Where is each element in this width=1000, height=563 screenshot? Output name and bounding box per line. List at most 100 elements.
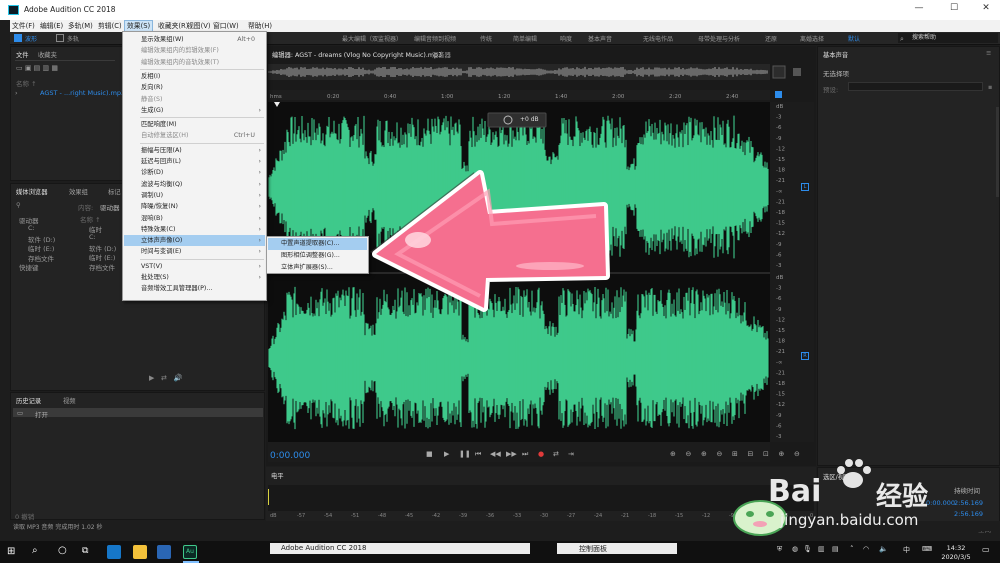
history-item-row[interactable]: ▭ 打开: [13, 408, 263, 419]
effects-menu-item[interactable]: 混响(B) ›: [124, 213, 265, 224]
waveform-view-icon[interactable]: [14, 34, 22, 42]
zoom-button-icon[interactable]: ⊡: [763, 450, 769, 458]
effects-menu-item[interactable]: 反相(I): [124, 71, 265, 82]
workspace-max-edit[interactable]: 最大编辑（双监视器）: [342, 34, 402, 43]
workspace-loudness[interactable]: 响度: [560, 34, 572, 43]
menu-item-2[interactable]: 多轨(M): [66, 20, 95, 32]
effects-menu-item[interactable]: 静音(S): [124, 94, 265, 105]
stereo-submenu-item[interactable]: 图形相位调整器(G)...: [268, 250, 367, 262]
zoom-button-icon[interactable]: ⊞: [732, 450, 738, 458]
microphone-icon[interactable]: 🎙: [803, 545, 812, 553]
tab-video[interactable]: 视频: [63, 396, 76, 405]
file-item[interactable]: AGST - ...right Music).mp3: [40, 89, 125, 97]
zoom-overview-icon[interactable]: [772, 65, 786, 79]
channel-l-toggle[interactable]: L: [801, 183, 809, 191]
stereo-submenu-item[interactable]: 中置声道提取器(C)...: [268, 238, 367, 250]
keyboard-icon[interactable]: ⌨: [922, 545, 932, 553]
workspace-default[interactable]: 默认: [848, 34, 860, 43]
save-preset-icon[interactable]: ▪: [988, 83, 992, 91]
workspace-classic[interactable]: 传统: [480, 34, 492, 43]
ime-indicator[interactable]: 中: [903, 545, 910, 555]
tab-effects-rack[interactable]: 效果组: [69, 187, 88, 196]
clock-date[interactable]: 2020/3/5: [939, 553, 973, 561]
tab-levels[interactable]: 电平: [271, 471, 284, 480]
workspace-essential-sound[interactable]: 基本声音: [588, 34, 612, 43]
effects-menu-item[interactable]: 编辑效果组内的音轨效果(T): [124, 57, 265, 68]
folder-tray-icon[interactable]: ▤: [832, 545, 839, 553]
wechat-icon[interactable]: ◍: [792, 545, 798, 553]
taskbar-preview[interactable]: Adobe Audition CC 2018: [270, 543, 530, 554]
effects-menu-item[interactable]: VST(V) ›: [124, 261, 265, 272]
waveform-view-tab[interactable]: 波形: [25, 34, 37, 43]
preset-dropdown[interactable]: [848, 82, 983, 91]
wifi-icon[interactable]: ◠: [863, 545, 869, 553]
drive-tree-item[interactable]: C:: [28, 224, 35, 232]
drive-list-item[interactable]: C:: [89, 233, 96, 241]
task-view-icon[interactable]: ○: [58, 545, 67, 556]
effects-menu-item[interactable]: 匹配响度(M): [124, 119, 265, 130]
word-icon[interactable]: [157, 545, 171, 559]
transport-button-icon[interactable]: ⇥: [568, 450, 574, 458]
transport-button-icon[interactable]: ▶▶: [506, 450, 517, 458]
stereo-submenu-item[interactable]: 立体声扩展器(S)...: [268, 262, 367, 274]
chevron-up-icon[interactable]: ˄: [850, 545, 854, 553]
notification-icon[interactable]: ▭: [982, 545, 990, 554]
effects-menu-item[interactable]: 诊断(D) ›: [124, 167, 265, 178]
media-browser-icon[interactable]: ⚲: [16, 201, 21, 209]
shield-icon[interactable]: ⛨: [777, 545, 782, 554]
workspace-radio[interactable]: 无线电作品: [643, 34, 673, 43]
workspace-mastering[interactable]: 母带处理与分析: [698, 34, 740, 43]
maximize-button[interactable]: ☐: [942, 3, 966, 17]
effects-menu-item[interactable]: 显示效果组(W) Alt+0: [124, 34, 265, 45]
file-explorer-icon[interactable]: [133, 545, 147, 559]
effects-menu-item[interactable]: 批处理(S) ›: [124, 272, 265, 283]
panel-menu-icon[interactable]: ≡: [986, 49, 991, 57]
effects-menu-item[interactable]: 降噪/恢复(N) ›: [124, 201, 265, 212]
edge-icon[interactable]: [107, 545, 121, 559]
effects-menu-item[interactable]: 调制(U) ›: [124, 190, 265, 201]
transport-button-icon[interactable]: ■: [426, 450, 433, 458]
multitrack-icon[interactable]: [56, 34, 64, 42]
effects-menu-item[interactable]: 时间与变调(E) ›: [124, 246, 265, 257]
search-taskbar-icon[interactable]: ⌕: [32, 545, 38, 556]
drive-list-item[interactable]: 存档文件: [89, 262, 115, 272]
transport-button-icon[interactable]: ⇄: [553, 450, 559, 458]
time-display[interactable]: 0:00.000: [270, 451, 310, 461]
effects-menu-item[interactable]: 生成(G) ›: [124, 105, 265, 116]
tab-history[interactable]: 历史记录: [16, 396, 41, 405]
effects-menu-item[interactable]: 振幅与压限(A) ›: [124, 145, 265, 156]
tab-media-browser[interactable]: 媒体浏览器: [16, 187, 47, 196]
files-column-name[interactable]: 名称 ↑: [16, 78, 37, 88]
menu-item-0[interactable]: 文件(F): [10, 20, 37, 32]
close-button[interactable]: ✕: [974, 3, 998, 17]
audition-taskbar-icon[interactable]: Au: [183, 545, 197, 559]
drive-tree-item[interactable]: 快捷键: [19, 262, 39, 272]
workspace-divorce[interactable]: 离婚选择: [800, 34, 824, 43]
menu-item-3[interactable]: 剪辑(C): [96, 20, 124, 32]
taskbar-preview-2[interactable]: 控制面板: [557, 543, 677, 554]
tab-markers[interactable]: 标记: [108, 187, 121, 196]
zoom-button-icon[interactable]: ⊕: [701, 450, 707, 458]
tab-favorites[interactable]: 收藏夹: [38, 50, 57, 59]
effects-menu-item[interactable]: 反向(R): [124, 82, 265, 93]
expand-arrow-icon[interactable]: ›: [15, 89, 18, 97]
media-transport-icons[interactable]: ▶ ⇄ 🔊: [149, 374, 182, 382]
workspace-simple[interactable]: 简单编辑: [513, 34, 537, 43]
effects-menu-item[interactable]: 自动修复选区(H) Ctrl+U: [124, 130, 265, 141]
zoom-button-icon[interactable]: ⊖: [794, 450, 800, 458]
files-toolbar-icons[interactable]: ▭ ▣ ▤ ▥ ▦: [16, 64, 76, 73]
start-icon[interactable]: ⊞: [7, 546, 15, 557]
zoom-button-icon[interactable]: ⊕: [670, 450, 676, 458]
zoom-button-icon[interactable]: ⊖: [717, 450, 723, 458]
transport-button-icon[interactable]: ▶: [444, 450, 450, 458]
panel-scrollbar[interactable]: [996, 107, 999, 197]
effects-menu-item[interactable]: 编辑效果组内的剪辑效果(F): [124, 45, 265, 56]
transport-button-icon[interactable]: ❚❚: [459, 450, 471, 458]
help-search-input[interactable]: 搜索帮助: [898, 33, 998, 43]
zoom-button-icon[interactable]: ⊟: [748, 450, 754, 458]
effects-menu-item[interactable]: 延迟与回声(L) ›: [124, 156, 265, 167]
volume-icon[interactable]: 🔈: [879, 545, 888, 553]
media-column-name[interactable]: 名称 ↑: [80, 214, 101, 224]
transport-button-icon[interactable]: ●: [538, 450, 544, 458]
multitrack-view-tab[interactable]: 多轨: [67, 34, 79, 43]
